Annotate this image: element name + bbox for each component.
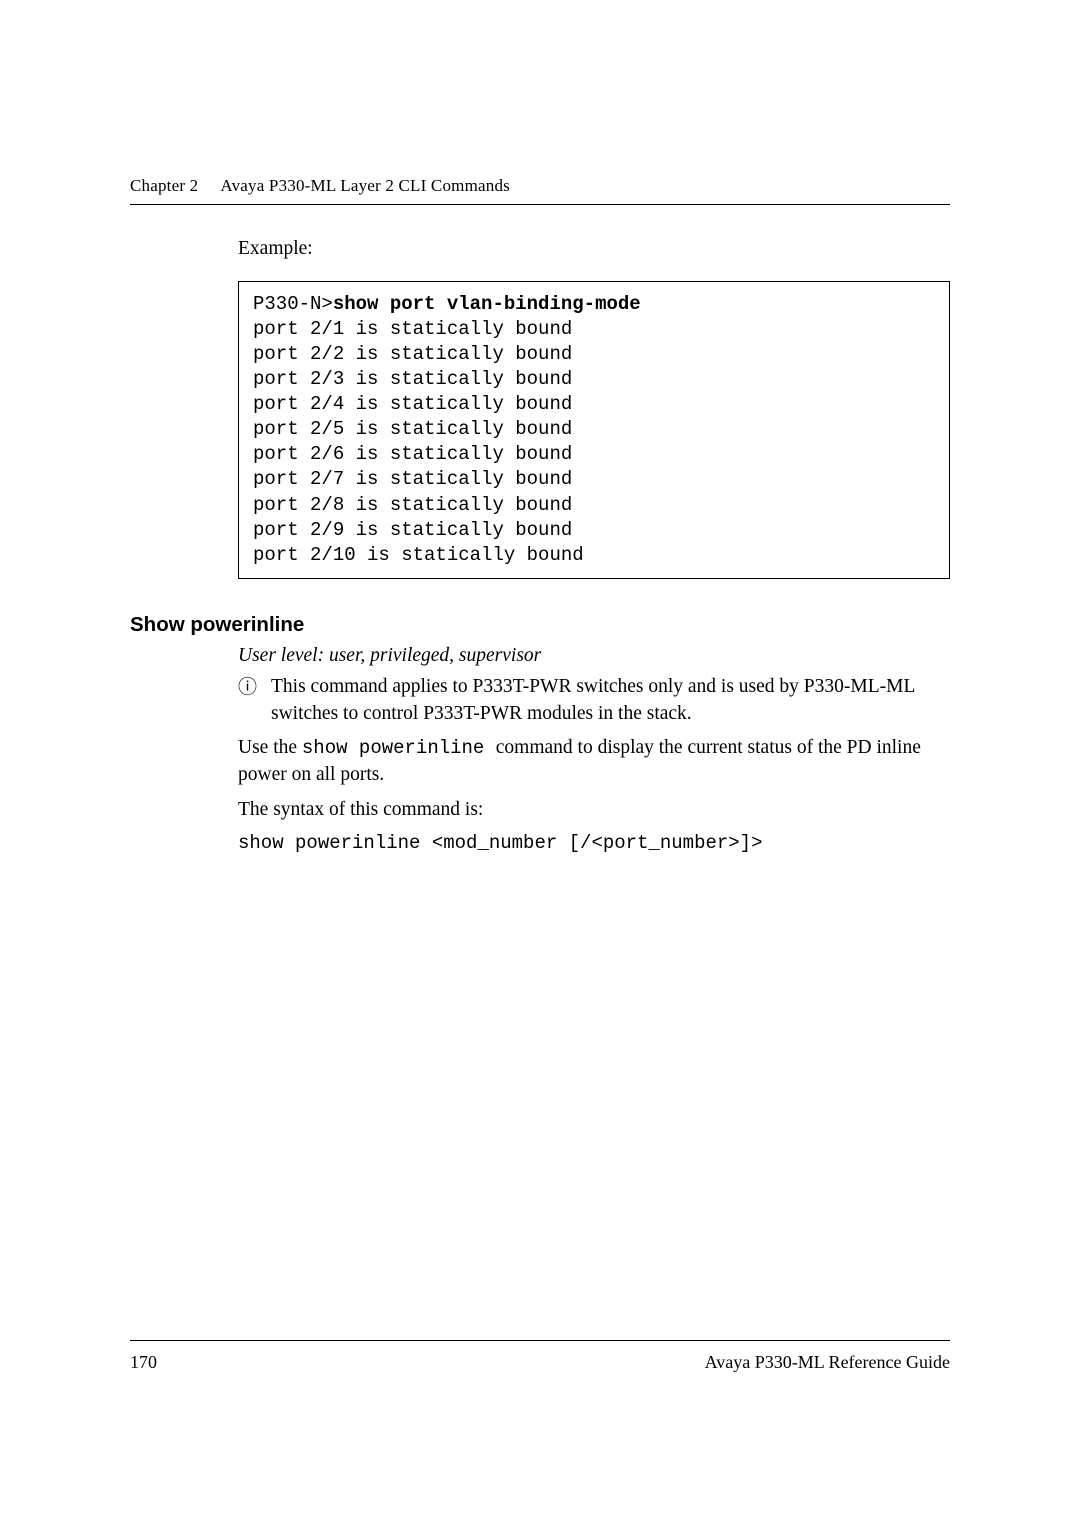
- output-line: port 2/10 is statically bound: [253, 544, 584, 566]
- section-body: User level: user, privileged, supervisor…: [238, 643, 950, 854]
- header-rule: [130, 204, 950, 205]
- output-line: port 2/6 is statically bound: [253, 443, 572, 465]
- output-line: port 2/7 is statically bound: [253, 468, 572, 490]
- page-number: 170: [130, 1352, 157, 1373]
- output-line: port 2/4 is statically bound: [253, 393, 572, 415]
- section-heading: Show powerinline: [130, 613, 950, 637]
- syntax-line: show powerinline <mod_number [/<port_num…: [238, 832, 950, 854]
- page: Chapter 2 Avaya P330-ML Layer 2 CLI Comm…: [0, 0, 1080, 1528]
- footer: 170 Avaya P330-ML Reference Guide: [130, 1352, 950, 1373]
- info-icon: ⓘ: [238, 674, 257, 702]
- output-line: port 2/2 is statically bound: [253, 343, 572, 365]
- output-line: port 2/9 is statically bound: [253, 519, 572, 541]
- running-header: Chapter 2 Avaya P330-ML Layer 2 CLI Comm…: [130, 176, 950, 196]
- footer-rule: [130, 1340, 950, 1341]
- prompt: P330-N>: [253, 293, 333, 315]
- guide-title: Avaya P330-ML Reference Guide: [705, 1352, 950, 1373]
- command: show port vlan-binding-mode: [333, 293, 641, 315]
- command-output-box: P330-N>show port vlan-binding-mode port …: [238, 281, 950, 579]
- example-label: Example:: [238, 236, 950, 263]
- use-paragraph: Use the show powerinline command to disp…: [238, 735, 950, 789]
- output-line: port 2/8 is statically bound: [253, 494, 572, 516]
- chapter-title: Avaya P330-ML Layer 2 CLI Commands: [220, 176, 510, 196]
- output-line: port 2/3 is statically bound: [253, 368, 572, 390]
- note-text: This command applies to P333T-PWR switch…: [271, 674, 950, 728]
- chapter-label: Chapter 2: [130, 176, 198, 196]
- body: Example: P330-N>show port vlan-binding-m…: [130, 236, 950, 854]
- note-row: ⓘ This command applies to P333T-PWR swit…: [238, 674, 950, 728]
- use-code: show powerinline: [302, 737, 496, 759]
- output-line: port 2/5 is statically bound: [253, 418, 572, 440]
- use-prefix: Use the: [238, 737, 302, 758]
- user-level: User level: user, privileged, supervisor: [238, 643, 950, 670]
- syntax-intro: The syntax of this command is:: [238, 797, 950, 824]
- output-line: port 2/1 is statically bound: [253, 318, 572, 340]
